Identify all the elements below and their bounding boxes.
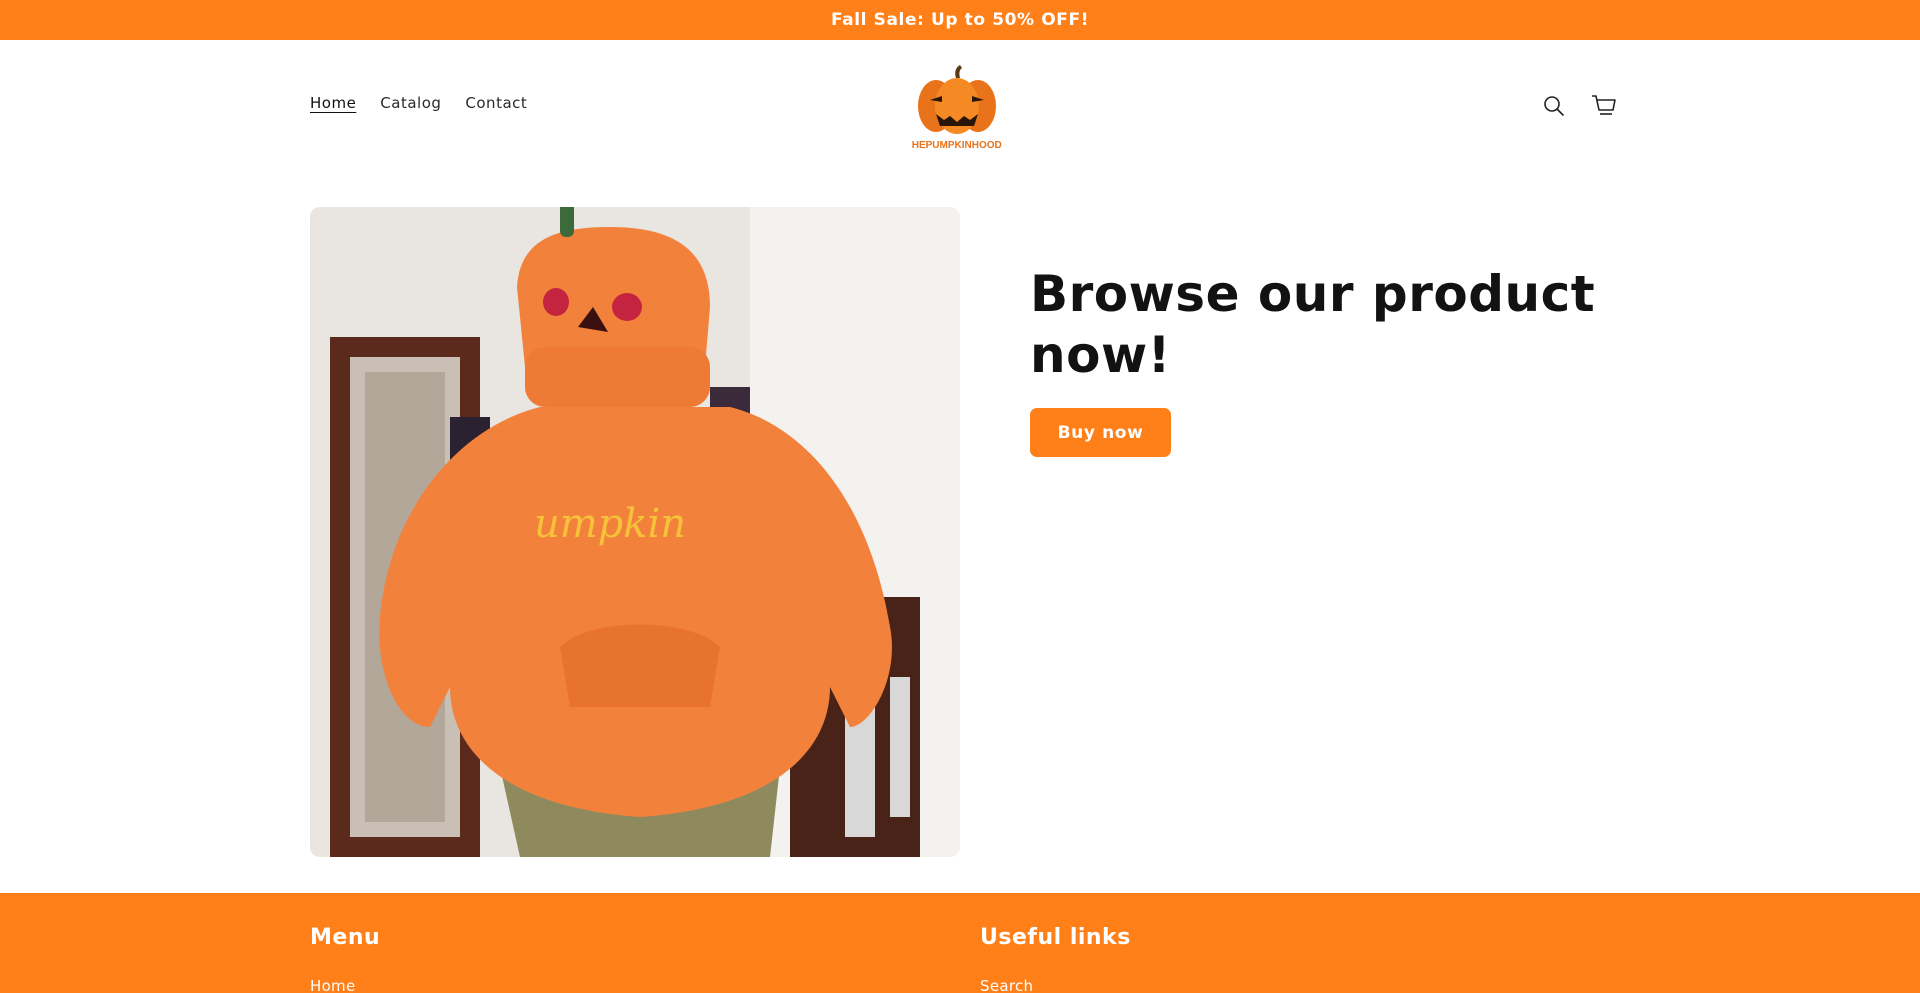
hoodie-print-text: umpkin	[534, 501, 686, 547]
hoodie-photo: umpkin	[310, 207, 960, 857]
nav-link-home[interactable]: Home	[310, 94, 356, 112]
footer-useful-links-heading: Useful links	[980, 925, 1131, 950]
search-button[interactable]	[1540, 92, 1568, 120]
nav-link-catalog[interactable]: Catalog	[380, 94, 441, 112]
site-header: Home Catalog Contact THEPUMPKINHOODY	[0, 40, 1920, 172]
buy-now-button[interactable]: Buy now	[1030, 408, 1171, 457]
hero-title: Browse our product now!	[1030, 265, 1596, 384]
pumpkin-logo-icon: THEPUMPKINHOODY	[906, 65, 1009, 151]
hero-image: umpkin	[310, 207, 960, 857]
footer-link-search[interactable]: Search	[980, 977, 1033, 993]
site-footer: Menu Home Useful links Search	[0, 893, 1920, 993]
logo-text: THEPUMPKINHOODY	[912, 140, 1002, 150]
header-actions	[1540, 92, 1618, 120]
nav-link-contact[interactable]: Contact	[465, 94, 527, 112]
main-nav: Home Catalog Contact	[310, 94, 527, 112]
cart-icon	[1592, 95, 1616, 115]
footer-link-home[interactable]: Home	[310, 977, 356, 993]
announcement-text: Fall Sale: Up to 50% OFF!	[830, 10, 1090, 30]
cart-button[interactable]	[1590, 92, 1618, 120]
hero-content: Browse our product now! Buy now	[1030, 264, 1620, 457]
store-logo[interactable]: THEPUMPKINHOODY	[906, 64, 1009, 151]
search-icon	[1544, 96, 1564, 116]
footer-menu-heading: Menu	[310, 925, 381, 950]
announcement-bar: Fall Sale: Up to 50% OFF!	[0, 0, 1920, 40]
